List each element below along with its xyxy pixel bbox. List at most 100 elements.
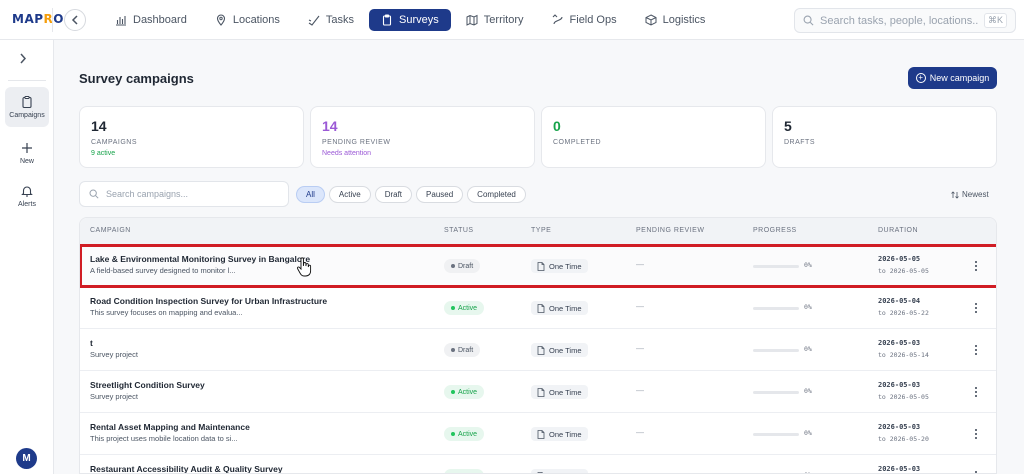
avatar[interactable]: M [16,448,37,469]
nav-item-tasks[interactable]: Tasks [295,9,367,31]
table-row[interactable]: Rental Asset Mapping and Maintenance This… [80,413,996,455]
app-logo[interactable]: MAPRO [12,12,64,26]
row-menu-icon[interactable] [973,469,979,473]
nav-item-label: Territory [483,14,524,26]
filter-chip-paused[interactable]: Paused [416,186,464,203]
document-icon [537,345,545,355]
progress-bar [753,391,799,394]
progress-bar [753,433,799,436]
row-menu-icon[interactable] [973,301,979,315]
duration-end: to 2026-05-20 [878,435,929,443]
pending-review-value: — [636,470,644,473]
campaign-title[interactable]: Road Condition Inspection Survey for Urb… [90,296,327,306]
sidebar-item-campaigns[interactable]: Campaigns [5,87,49,127]
nav-item-logistics[interactable]: Logistics [632,9,719,31]
filter-chip-active[interactable]: Active [328,186,371,203]
status-dot [451,432,455,436]
campaign-title[interactable]: Lake & Environmental Monitoring Survey i… [90,254,310,264]
status-label: Active [458,388,478,396]
filter-chip-all[interactable]: All [296,186,325,203]
campaign-description: A field-based survey designed to monitor… [90,266,236,275]
clipboard-icon [382,14,392,26]
campaign-title[interactable]: t [90,338,93,348]
new-campaign-button[interactable]: + New campaign [908,67,997,89]
nav-item-field-ops[interactable]: Field Ops [539,9,630,31]
sidebar-item-label: Campaigns [9,112,45,119]
sidebar-item-alerts[interactable]: Alerts [5,176,49,216]
status-dot [451,306,455,310]
type-badge: One Time [531,301,588,315]
campaign-description: This project uses mobile location data t… [90,434,238,443]
back-button[interactable] [64,9,86,31]
stat-card-completed[interactable]: 0 COMPLETED [541,106,766,168]
stat-card-drafts[interactable]: 5 DRAFTS [772,106,997,168]
column-header[interactable]: DURATION [878,227,918,234]
row-menu-icon[interactable] [973,385,979,399]
nav-item-label: Dashboard [133,14,187,26]
status-label: Active [458,304,478,312]
sidebar-item-label: Alerts [18,201,36,208]
stat-card-campaigns[interactable]: 14 CAMPAIGNS 9 active [79,106,304,168]
stat-value: 14 [322,118,338,134]
table-row[interactable]: t Survey project Draft One Time — 0% 2026-05-0… [80,329,996,371]
stat-card-pending-review[interactable]: 14 PENDING REVIEW Needs attention [310,106,535,168]
campaign-search-input[interactable]: Search campaigns... [79,181,289,207]
status-dot [451,390,455,394]
type-badge: One Time [531,343,588,357]
pending-review-value: — [636,260,644,269]
campaign-title[interactable]: Restaurant Accessibility Audit & Quality… [90,464,283,473]
column-header[interactable]: PROGRESS [753,227,797,234]
campaign-title[interactable]: Rental Asset Mapping and Maintenance [90,422,250,432]
sidebar-expand-button[interactable] [19,52,27,67]
duration-start: 2026-05-03 [878,339,921,347]
duration-end: to 2026-05-05 [878,267,929,275]
row-menu-icon[interactable] [973,427,979,441]
column-header[interactable]: STATUS [444,227,474,234]
table-header: CAMPAIGN STATUS TYPE PENDING REVIEW PROG… [80,218,996,245]
table-row[interactable]: Restaurant Accessibility Audit & Quality… [80,455,996,473]
table-row[interactable]: Road Condition Inspection Survey for Urb… [80,287,996,329]
nav-item-surveys[interactable]: Surveys [369,9,451,31]
row-menu-icon[interactable] [973,343,979,357]
plus-icon [22,143,32,153]
progress-bar [753,307,799,310]
nav-item-label: Surveys [399,14,439,26]
status-badge: Draft [444,259,481,273]
progress-percent: 0% [804,429,812,437]
global-search[interactable]: Search tasks, people, locations... ⌘K [794,8,1016,33]
nav-item-dashboard[interactable]: Dashboard [102,9,200,31]
row-menu-icon[interactable] [973,259,979,273]
column-header[interactable]: CAMPAIGN [90,227,131,234]
status-badge: Active [444,385,485,399]
campaign-title[interactable]: Streetlight Condition Survey [90,380,205,390]
status-badge: Active [444,427,485,441]
duration-end: to 2026-05-14 [878,351,929,359]
nav-item-locations[interactable]: Locations [202,9,293,31]
route-icon [552,14,563,25]
nav-item-territory[interactable]: Territory [453,9,537,31]
clipboard-icon [22,96,32,109]
status-dot [451,348,455,352]
sort-icon [951,190,959,199]
nav-item-label: Tasks [325,14,355,26]
filter-chip-completed[interactable]: Completed [467,186,526,203]
table-row[interactable]: Lake & Environmental Monitoring Survey i… [80,244,996,288]
progress-bar [753,265,799,268]
table-row[interactable]: Streetlight Condition Survey Survey proje… [80,371,996,413]
chevron-left-icon [71,15,78,25]
nav-item-label: Locations [232,14,280,26]
progress-percent: 0% [804,345,812,353]
page-title: Survey campaigns [79,71,194,86]
sidebar-item-new[interactable]: New [5,133,49,173]
column-header[interactable]: TYPE [531,227,551,234]
sort-button[interactable]: Newest [951,190,989,199]
nav-item-label: Logistics [662,14,706,26]
column-header[interactable]: PENDING REVIEW [636,227,704,234]
campaign-search-placeholder: Search campaigns... [106,189,189,199]
type-badge: One Time [531,469,588,473]
status-badge: Active [444,301,485,315]
sort-label: Newest [962,190,989,199]
pending-review-value: — [636,302,644,311]
filter-chip-draft[interactable]: Draft [374,186,413,203]
document-icon [537,303,545,313]
